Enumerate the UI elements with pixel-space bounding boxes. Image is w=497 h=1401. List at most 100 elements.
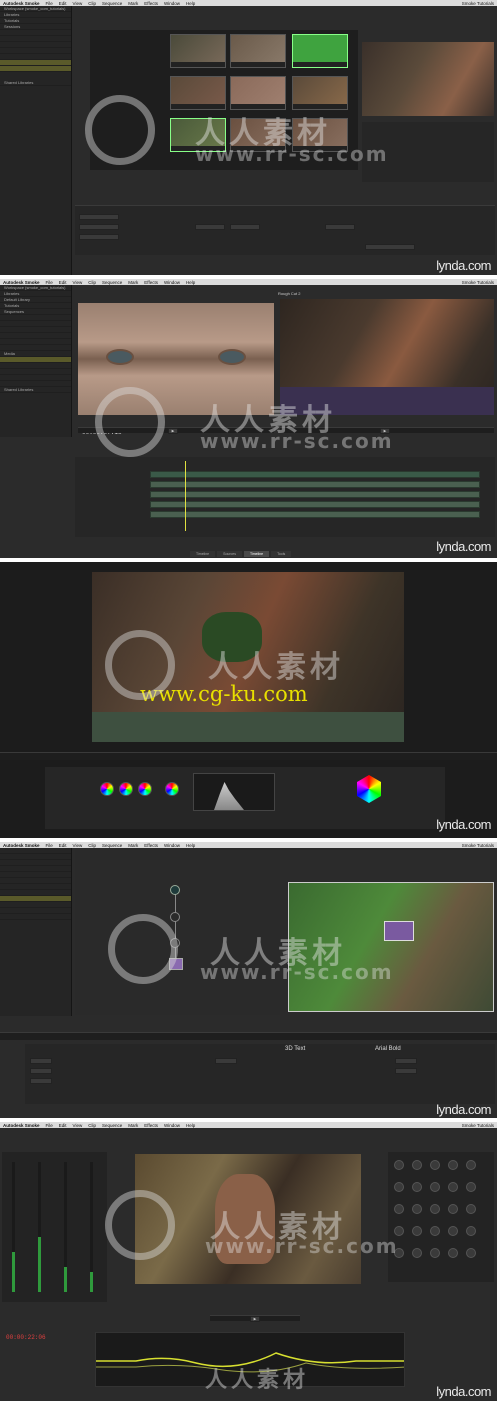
play-button[interactable]: ▶	[168, 428, 178, 434]
menu-window[interactable]: Window	[164, 1, 180, 6]
setting-button[interactable]	[30, 1058, 52, 1064]
menu-mark[interactable]: Mark	[128, 280, 138, 285]
menu-file[interactable]: File	[46, 1, 53, 6]
eq-knob[interactable]	[466, 1204, 476, 1214]
menu-file[interactable]: File	[46, 1123, 53, 1128]
menu-help[interactable]: Help	[186, 1, 195, 6]
color-wheel-midtones[interactable]	[119, 782, 133, 796]
timeline-track[interactable]	[150, 491, 480, 498]
playhead[interactable]	[185, 461, 186, 531]
menu-edit[interactable]: Edit	[59, 280, 67, 285]
menu-window[interactable]: Window	[164, 1123, 180, 1128]
menu-help[interactable]: Help	[186, 280, 195, 285]
sidebar-item[interactable]	[0, 914, 71, 920]
play-button[interactable]: ▶	[250, 1316, 260, 1322]
clip-thumbnail[interactable]	[230, 34, 286, 68]
menu-effects[interactable]: Effects	[144, 1123, 158, 1128]
setting-button[interactable]	[30, 1078, 52, 1084]
menu-file[interactable]: File	[46, 280, 53, 285]
eq-knob[interactable]	[430, 1160, 440, 1170]
fader-track[interactable]	[12, 1162, 15, 1292]
setting-button[interactable]	[395, 1058, 417, 1064]
tab-timeline[interactable]: Timeline	[190, 551, 216, 557]
node-icon[interactable]	[170, 885, 180, 895]
menu-file[interactable]: File	[46, 843, 53, 848]
menu-window[interactable]: Window	[164, 280, 180, 285]
menu-clip[interactable]: Clip	[88, 843, 96, 848]
option-button[interactable]	[79, 214, 119, 220]
color-wheel-master[interactable]	[165, 782, 179, 796]
menu-edit[interactable]: Edit	[59, 1123, 67, 1128]
eq-knob[interactable]	[466, 1182, 476, 1192]
option-button[interactable]	[325, 224, 355, 230]
app-name[interactable]: Autodesk Smoke	[3, 280, 40, 285]
menu-help[interactable]: Help	[186, 843, 195, 848]
app-name[interactable]: Autodesk Smoke	[3, 1, 40, 6]
menu-sequence[interactable]: Sequence	[102, 1123, 122, 1128]
menu-edit[interactable]: Edit	[59, 843, 67, 848]
sidebar-item-selected[interactable]	[0, 66, 71, 72]
eq-knob[interactable]	[430, 1226, 440, 1236]
eq-knob[interactable]	[466, 1160, 476, 1170]
timeline-track[interactable]	[150, 511, 480, 518]
sidebar-item-shared[interactable]: Shared Libraries	[0, 80, 71, 86]
option-button[interactable]	[79, 234, 119, 240]
eq-knob[interactable]	[448, 1160, 458, 1170]
option-button[interactable]	[365, 244, 415, 250]
menu-mark[interactable]: Mark	[128, 1123, 138, 1128]
eq-knob[interactable]	[412, 1204, 422, 1214]
eq-knob[interactable]	[412, 1160, 422, 1170]
clip-thumbnail[interactable]	[292, 76, 348, 110]
sidebar-item-shared[interactable]: Shared Libraries	[0, 387, 71, 393]
setting-button[interactable]	[30, 1068, 52, 1074]
menu-view[interactable]: View	[73, 1, 83, 6]
setting-button[interactable]	[395, 1068, 417, 1074]
fader-track[interactable]	[38, 1162, 41, 1292]
3d-text-preview[interactable]	[384, 921, 414, 941]
fader-track[interactable]	[90, 1162, 93, 1292]
menu-clip[interactable]: Clip	[88, 1, 96, 6]
timeline-track[interactable]	[150, 501, 480, 508]
setting-button[interactable]	[215, 1058, 237, 1064]
app-name[interactable]: Autodesk Smoke	[3, 1123, 40, 1128]
menu-mark[interactable]: Mark	[128, 843, 138, 848]
menu-sequence[interactable]: Sequence	[102, 1, 122, 6]
eq-knob[interactable]	[448, 1226, 458, 1236]
clip-thumbnail[interactable]	[170, 76, 226, 110]
clip-thumbnail[interactable]	[292, 34, 348, 68]
menu-view[interactable]: View	[73, 843, 83, 848]
menu-view[interactable]: View	[73, 280, 83, 285]
eq-knob[interactable]	[412, 1248, 422, 1258]
tab-timeline-active[interactable]: Timeline	[243, 551, 270, 557]
color-wheel-highlights[interactable]	[138, 782, 152, 796]
timeline-track[interactable]	[150, 471, 480, 478]
menu-sequence[interactable]: Sequence	[102, 843, 122, 848]
eq-knob[interactable]	[430, 1182, 440, 1192]
eq-knob[interactable]	[448, 1182, 458, 1192]
eq-knob[interactable]	[412, 1226, 422, 1236]
eq-knob[interactable]	[466, 1248, 476, 1258]
menu-clip[interactable]: Clip	[88, 1123, 96, 1128]
fader-track[interactable]	[64, 1162, 67, 1292]
clip-thumbnail[interactable]	[230, 76, 286, 110]
menu-mark[interactable]: Mark	[128, 1, 138, 6]
menu-effects[interactable]: Effects	[144, 280, 158, 285]
timeline-track[interactable]	[150, 481, 480, 488]
option-button[interactable]	[195, 224, 225, 230]
tab-tools[interactable]: Tools	[271, 551, 292, 557]
eq-knob[interactable]	[394, 1160, 404, 1170]
menu-edit[interactable]: Edit	[59, 1, 67, 6]
eq-knob[interactable]	[430, 1248, 440, 1258]
menu-help[interactable]: Help	[186, 1123, 195, 1128]
menu-clip[interactable]: Clip	[88, 280, 96, 285]
color-hexagon-icon[interactable]	[357, 775, 381, 803]
preview-viewer[interactable]	[362, 42, 494, 116]
menu-effects[interactable]: Effects	[144, 843, 158, 848]
menu-sequence[interactable]: Sequence	[102, 280, 122, 285]
menu-window[interactable]: Window	[164, 843, 180, 848]
eq-knob[interactable]	[448, 1204, 458, 1214]
eq-knob[interactable]	[412, 1182, 422, 1192]
eq-knob[interactable]	[430, 1204, 440, 1214]
option-button[interactable]	[230, 224, 260, 230]
eq-knob[interactable]	[394, 1204, 404, 1214]
